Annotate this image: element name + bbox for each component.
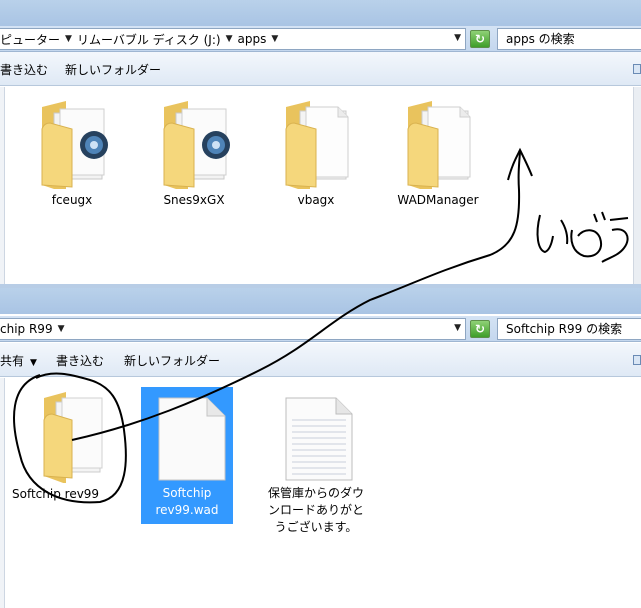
explorer-window-apps: ピューター ▼ リムーバブル ディスク (J:) ▼ apps ▼ ▼ ↻ apps … bbox=[0, 0, 641, 288]
file-list-pane: fceugx Snes9xGX vbagx WADManager bbox=[0, 87, 641, 284]
folder-label: fceugx bbox=[51, 193, 93, 207]
folder-icon bbox=[43, 392, 103, 484]
folder-with-app-icon bbox=[41, 101, 108, 193]
burn-button[interactable]: 書き込む bbox=[0, 61, 48, 78]
folder-item[interactable]: Snes9xGX bbox=[144, 99, 244, 209]
file-label-line1: 保管庫からのダウ bbox=[267, 486, 364, 500]
vertical-scrollbar[interactable] bbox=[633, 87, 641, 284]
refresh-button[interactable]: ↻ bbox=[470, 320, 490, 338]
burn-button[interactable]: 書き込む bbox=[56, 352, 104, 369]
file-label-line2: ンロードありがと bbox=[267, 503, 364, 517]
chevron-down-icon: ▼ bbox=[30, 358, 37, 368]
file-item[interactable]: 保管庫からのダウ ンロードありがと うございます。 bbox=[262, 392, 370, 536]
folder-item[interactable]: WADManager bbox=[388, 99, 488, 209]
breadcrumb-apps[interactable]: apps ▼ bbox=[237, 32, 283, 46]
folder-label: vbagx bbox=[297, 193, 335, 207]
window-title-strip bbox=[0, 288, 641, 314]
folder-label: Snes9xGX bbox=[163, 193, 225, 207]
new-folder-button[interactable]: 新しいフォルダー bbox=[124, 352, 220, 369]
file-label-line1: Softchip bbox=[162, 486, 212, 500]
search-input[interactable]: Softchip R99 の検索 bbox=[497, 318, 641, 340]
file-icon bbox=[158, 397, 226, 481]
folder-item[interactable]: vbagx bbox=[266, 99, 366, 209]
chevron-down-icon[interactable]: ▼ bbox=[58, 324, 65, 334]
folder-item[interactable]: fceugx bbox=[22, 99, 122, 209]
folder-with-app-icon bbox=[163, 101, 230, 193]
address-bar[interactable]: ピューター ▼ リムーバブル ディスク (J:) ▼ apps ▼ ▼ bbox=[0, 28, 466, 50]
view-options-icon[interactable] bbox=[633, 64, 641, 74]
share-button[interactable]: 共有 ▼ bbox=[0, 352, 37, 369]
address-row: chip R99 ▼ ▼ ↻ Softchip R99 の検索 bbox=[0, 316, 641, 342]
navigation-pane-edge bbox=[0, 378, 5, 608]
breadcrumb-softchip-r99[interactable]: chip R99 ▼ bbox=[0, 322, 70, 336]
new-folder-button[interactable]: 新しいフォルダー bbox=[65, 61, 161, 78]
navigation-pane-edge bbox=[0, 87, 5, 284]
text-document-icon bbox=[285, 397, 353, 481]
address-bar[interactable]: chip R99 ▼ ▼ bbox=[0, 318, 466, 340]
command-bar: 共有 ▼ 書き込む 新しいフォルダー bbox=[0, 343, 641, 377]
breadcrumb-computer[interactable]: ピューター ▼ bbox=[0, 31, 77, 48]
window-title-strip bbox=[0, 0, 641, 26]
file-label-line2: rev99.wad bbox=[155, 503, 219, 517]
chevron-down-icon[interactable]: ▼ bbox=[271, 34, 278, 44]
breadcrumb-removable-disk[interactable]: リムーバブル ディスク (J:) ▼ bbox=[77, 31, 238, 48]
refresh-button[interactable]: ↻ bbox=[470, 30, 490, 48]
chevron-down-icon[interactable]: ▼ bbox=[65, 34, 72, 44]
address-row: ピューター ▼ リムーバブル ディスク (J:) ▼ apps ▼ ▼ ↻ apps … bbox=[0, 26, 641, 52]
folder-with-document-icon bbox=[285, 101, 349, 193]
address-history-dropdown-icon[interactable]: ▼ bbox=[454, 323, 461, 333]
folder-label: WADManager bbox=[397, 193, 479, 207]
folder-item[interactable]: Softchip rev99 bbox=[12, 388, 120, 503]
view-options-icon[interactable] bbox=[633, 355, 641, 365]
file-label-line3: うございます。 bbox=[274, 520, 358, 534]
search-input[interactable]: apps の検索 bbox=[497, 28, 641, 50]
folder-with-document-icon bbox=[407, 101, 471, 193]
chevron-down-icon[interactable]: ▼ bbox=[226, 34, 233, 44]
folder-label: Softchip rev99 bbox=[12, 487, 100, 501]
address-history-dropdown-icon[interactable]: ▼ bbox=[454, 33, 461, 43]
command-bar: 書き込む 新しいフォルダー bbox=[0, 52, 641, 86]
file-item-selected[interactable]: Softchip rev99.wad bbox=[137, 392, 237, 519]
